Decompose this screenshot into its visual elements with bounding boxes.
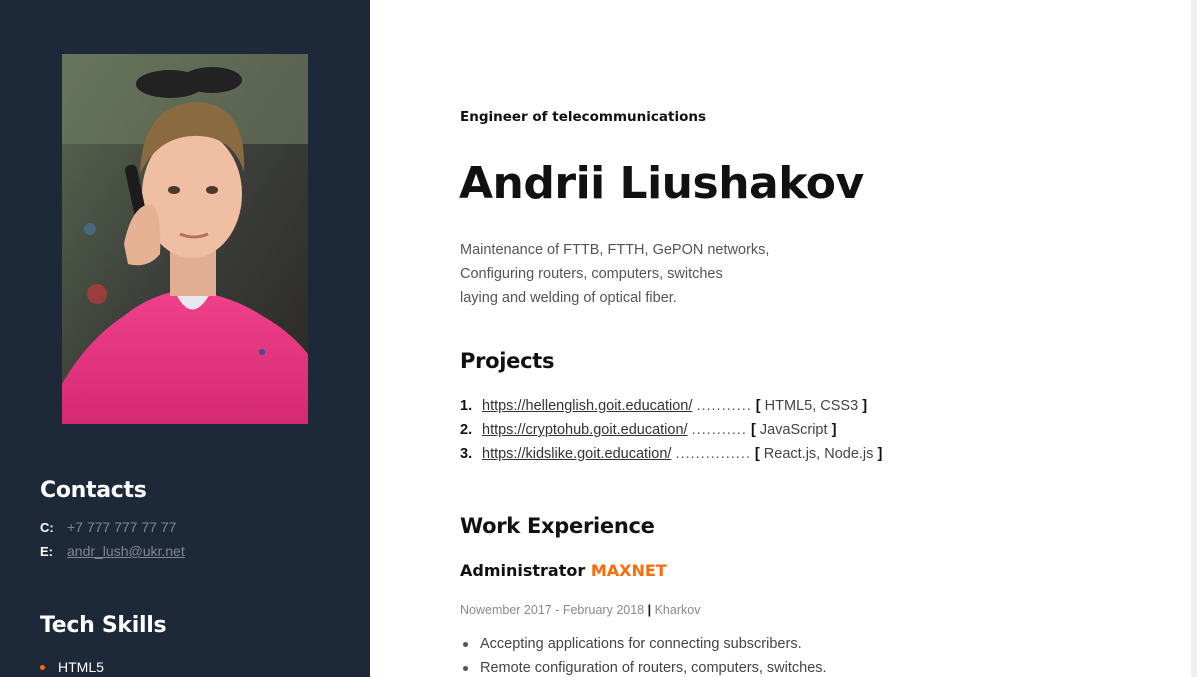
bracket-open: [: [755, 398, 761, 414]
project-leader-dots: ...............: [675, 446, 751, 462]
project-leader-dots: ...........: [691, 422, 747, 438]
duty-text: Remote configuration of routers, compute…: [480, 660, 827, 676]
page-title: Andrii Liushakov: [459, 158, 864, 209]
job-period: Nowember 2017 - February 2018: [460, 603, 645, 617]
work-experience-heading: Work Experience: [460, 514, 655, 538]
skill-label: HTML5: [58, 659, 104, 675]
project-number: 2.: [460, 422, 473, 438]
profile-description: Maintenance of FTTB, FTTH, GePON network…: [460, 238, 880, 310]
job-location: Kharkov: [654, 603, 701, 617]
job-role: Administrator: [460, 561, 586, 580]
bracket-close: ]: [831, 422, 837, 438]
job-meta: Nowember 2017 - February 2018 | Kharkov: [460, 603, 700, 617]
email-link[interactable]: andr_lush@ukr.net: [67, 543, 185, 559]
job-meta-separator: |: [647, 603, 652, 617]
project-item: 2. https://cryptohub.goit.education/ ....…: [460, 418, 882, 442]
contact-phone: C: +7 777 777 77 77: [40, 518, 176, 536]
job-duties-list: Accepting applications for connecting su…: [460, 632, 827, 677]
bullet-icon: [463, 641, 468, 647]
bullet-icon: [463, 665, 468, 671]
skill-item: HTML5: [40, 658, 104, 676]
projects-list: 1. https://hellenglish.goit.education/ ..…: [460, 394, 882, 466]
bracket-close: ]: [862, 398, 868, 414]
contact-email: E: andr_lush@ukr.net: [40, 542, 185, 560]
project-link[interactable]: https://cryptohub.goit.education/: [482, 422, 688, 438]
tech-skills-list: HTML5: [40, 658, 104, 676]
description-line: Maintenance of FTTB, FTTH, GePON network…: [460, 242, 770, 258]
project-number: 1.: [460, 398, 473, 414]
profile-photo: [62, 54, 308, 424]
contact-phone-label: C:: [40, 520, 54, 535]
duty-item: Accepting applications for connecting su…: [460, 632, 827, 656]
bracket-open: [: [754, 446, 760, 462]
job-company: MAXNET: [590, 561, 667, 580]
project-tech: JavaScript: [759, 422, 828, 438]
project-leader-dots: ...........: [696, 398, 752, 414]
contact-email-label: E:: [40, 544, 53, 559]
project-item: 3. https://kidslike.goit.education/ .....…: [460, 442, 882, 466]
job-subtitle: Engineer of telecommunications: [460, 109, 707, 125]
project-link[interactable]: https://hellenglish.goit.education/: [482, 398, 692, 414]
contacts-heading: Contacts: [40, 478, 147, 503]
duty-item: Remote configuration of routers, compute…: [460, 656, 827, 677]
project-tech: React.js, Node.js: [763, 446, 874, 462]
phone-link[interactable]: +7 777 777 77 77: [67, 519, 176, 535]
bracket-close: ]: [877, 446, 883, 462]
main-content: Engineer of telecommunications Andrii Li…: [370, 0, 1197, 677]
projects-heading: Projects: [460, 349, 555, 373]
project-link[interactable]: https://kidslike.goit.education/: [482, 446, 671, 462]
tech-skills-heading: Tech Skills: [40, 613, 167, 638]
duty-text: Accepting applications for connecting su…: [480, 636, 802, 652]
description-line: Configuring routers, computers, switches: [460, 266, 723, 282]
project-tech: HTML5, CSS3: [764, 398, 859, 414]
sidebar: Contacts C: +7 777 777 77 77 E: andr_lush@…: [0, 0, 370, 677]
bullet-icon: [40, 664, 45, 670]
bracket-open: [: [750, 422, 756, 438]
description-line: laying and welding of optical fiber.: [460, 290, 677, 306]
job-title: Administrator MAXNET: [460, 561, 667, 580]
project-item: 1. https://hellenglish.goit.education/ ..…: [460, 394, 882, 418]
scrollbar[interactable]: [1191, 0, 1197, 677]
project-number: 3.: [460, 446, 473, 462]
